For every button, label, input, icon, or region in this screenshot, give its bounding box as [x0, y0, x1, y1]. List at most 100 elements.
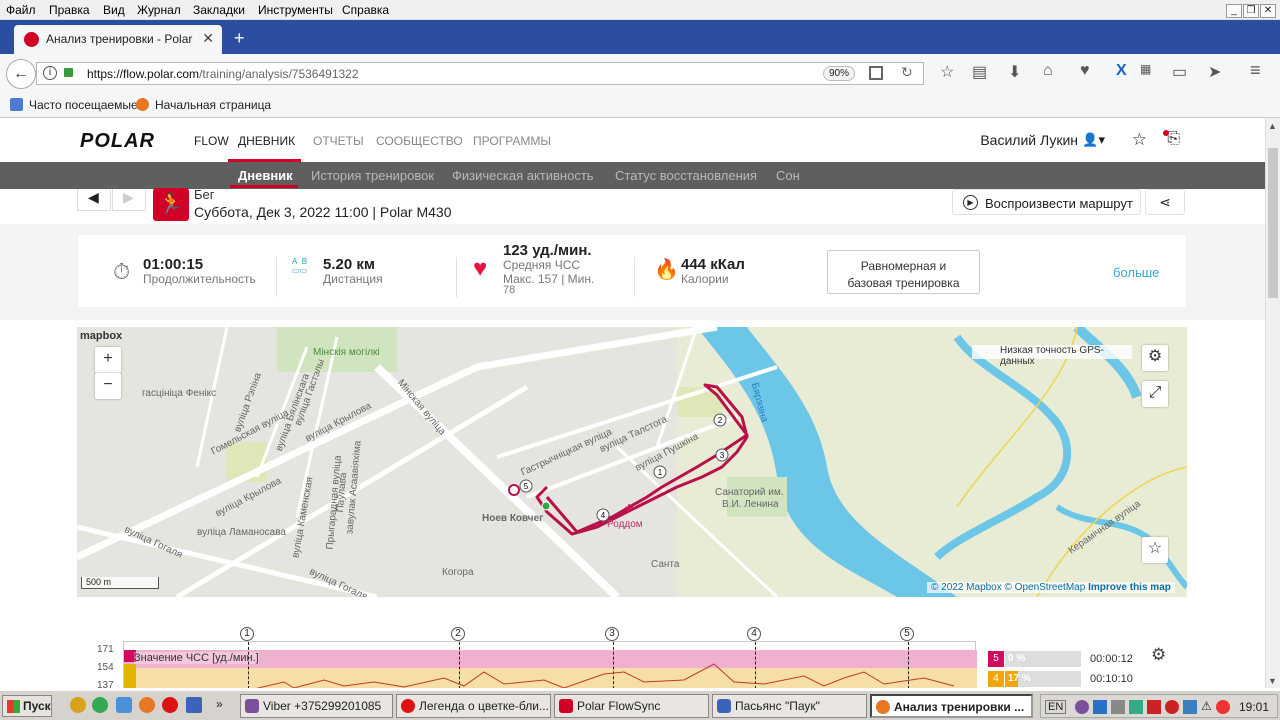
nav-diary[interactable]: ДНЕВНИК [238, 134, 295, 148]
zoom-out-button[interactable]: − [95, 373, 121, 399]
explorer-icon[interactable] [116, 697, 132, 713]
menu-view[interactable]: Вид [103, 3, 125, 17]
zoom-in-button[interactable]: + [95, 347, 121, 373]
mapbox-copyright[interactable]: © 2022 Mapbox [931, 582, 1002, 593]
reader-grid-icon[interactable] [869, 66, 883, 80]
tray-icon[interactable] [1111, 700, 1125, 714]
back-button[interactable]: ← [6, 59, 36, 89]
share-button[interactable]: ⋖ [1145, 189, 1185, 215]
info-icon[interactable]: i [43, 66, 57, 80]
task-flowsync[interactable]: Polar FlowSync [554, 694, 709, 718]
chrome-icon[interactable] [92, 697, 108, 713]
nav-reports[interactable]: ОТЧЕТЫ [313, 134, 364, 148]
lap-marker[interactable]: 3 [605, 627, 619, 641]
user-icon[interactable]: 👤▾ [1082, 132, 1105, 148]
pocket-icon[interactable]: ♥ [1080, 62, 1090, 80]
tray-icon[interactable] [1147, 700, 1161, 714]
subnav-history[interactable]: История тренировок [311, 168, 434, 183]
url-bar[interactable]: i https://flow.polar.com/training/analys… [36, 62, 924, 85]
send-icon[interactable]: ➤ [1208, 62, 1221, 82]
notifications-icon[interactable]: ⎘ [1167, 130, 1180, 148]
nav-programs[interactable]: ПРОГРАММЫ [473, 134, 551, 148]
next-session-button[interactable]: ▶ [112, 189, 146, 211]
menu-history[interactable]: Журнал [137, 3, 181, 17]
task-firefox-active[interactable]: Анализ тренировки ... [870, 694, 1033, 718]
menu-tools[interactable]: Инструменты [258, 3, 333, 17]
scroll-up-icon[interactable]: ▲ [1268, 121, 1277, 131]
start-button[interactable]: Пуск [2, 695, 52, 717]
minimize-icon[interactable]: _ [1226, 4, 1242, 18]
more-link[interactable]: больше [1113, 265, 1159, 280]
viber-tray-icon[interactable] [1075, 700, 1089, 714]
hr-plot-area[interactable]: Значение ЧСС [уд./мин.] [123, 641, 977, 688]
task-spider[interactable]: Пасьянс "Паук" [712, 694, 867, 718]
osm-copyright[interactable]: © OpenStreetMap [1005, 582, 1086, 593]
favorites-star-icon[interactable]: ☆ [1132, 130, 1147, 150]
task-opera[interactable]: Легенда о цветке-бли... [396, 694, 551, 718]
bookmark-most-visited[interactable]: Часто посещаемые [29, 98, 138, 112]
tray-icon[interactable] [1093, 700, 1107, 714]
flag-us-icon[interactable]: ▦ [1140, 62, 1151, 76]
tray-icon[interactable] [1165, 700, 1179, 714]
subnav-activity[interactable]: Физическая активность [452, 168, 594, 183]
opera-icon[interactable] [162, 697, 178, 713]
lap-marker[interactable]: 5 [900, 627, 914, 641]
warning-tray-icon[interactable]: ⚠ [1201, 699, 1212, 713]
menu-bookmarks[interactable]: Закладки [193, 3, 245, 17]
prev-session-button[interactable]: ◀ [77, 189, 111, 211]
lap-marker[interactable]: 1 [240, 627, 254, 641]
lap-marker[interactable]: 2 [451, 627, 465, 641]
menu-file[interactable]: Файл [6, 3, 36, 17]
zoom-indicator[interactable]: 90% [823, 66, 856, 81]
menu-help[interactable]: Справка [342, 3, 389, 17]
subnav-diary[interactable]: Дневник [238, 168, 293, 183]
polar-logo[interactable]: POLAR [80, 130, 155, 153]
tray-icon[interactable] [1183, 700, 1197, 714]
reload-icon[interactable]: ↻ [901, 64, 913, 81]
user-name[interactable]: Василий Лукин [980, 132, 1078, 148]
scroll-thumb[interactable] [1268, 148, 1278, 298]
navigation-toolbar: ← i https://flow.polar.com/training/anal… [0, 54, 1280, 92]
bookmark-star-icon[interactable]: ☆ [940, 62, 954, 82]
nav-community[interactable]: СООБЩЕСТВО [376, 134, 463, 148]
map-settings-gear-icon[interactable]: ⚙ [1142, 345, 1168, 371]
clock[interactable]: 19:01 [1239, 700, 1269, 714]
screen-icon[interactable]: ▭ [1172, 62, 1187, 82]
quicklaunch-icon[interactable] [70, 697, 86, 713]
task-viber[interactable]: Viber +375299201085 [240, 694, 393, 718]
hamburger-menu-icon[interactable]: ≡ [1250, 60, 1261, 81]
download-icon[interactable]: ⬇ [1008, 62, 1021, 82]
chart-settings-gear-icon[interactable]: ⚙ [1151, 645, 1166, 665]
taskbar-expand-icon[interactable]: » [216, 697, 223, 711]
tray-icon[interactable] [1129, 700, 1143, 714]
language-indicator[interactable]: EN [1045, 700, 1067, 714]
nav-flow[interactable]: FLOW [194, 134, 229, 148]
fullscreen-icon[interactable]: ⤢ [1142, 381, 1168, 407]
maximize-icon[interactable]: ❐ [1243, 4, 1259, 18]
browser-tab-active[interactable]: Анализ тренировки - Polar F... ✕ [14, 25, 222, 54]
page-scrollbar[interactable]: ▲ ▼ [1265, 118, 1280, 688]
library-icon[interactable]: ▤ [972, 62, 987, 82]
firefox-quick-icon[interactable] [139, 697, 155, 713]
subnav-recovery[interactable]: Статус восстановления [615, 168, 757, 183]
hr-chart: 171 154 137 Значение ЧСС [уд./мин.] 1 2 … [77, 627, 1187, 688]
lap-marker[interactable]: 4 [747, 627, 761, 641]
training-type-button[interactable]: Равномерная и базовая тренировка [827, 250, 980, 294]
share-icon: ⋖ [1159, 194, 1171, 210]
extension-x-icon[interactable]: X [1116, 62, 1127, 80]
map-favorite-star-icon[interactable]: ☆ [1142, 537, 1168, 563]
home-icon[interactable]: ⌂ [1043, 62, 1053, 80]
mapbox-logo[interactable]: mapbox [80, 330, 122, 342]
close-tab-icon[interactable]: ✕ [202, 30, 214, 47]
menu-edit[interactable]: Правка [49, 3, 90, 17]
subnav-sleep[interactable]: Сон [776, 168, 800, 183]
route-map[interactable]: 5 2 3 1 4 + mapbox + − Низкая точность G… [77, 327, 1187, 597]
new-tab-icon[interactable]: + [234, 28, 245, 49]
close-window-icon[interactable]: ✕ [1260, 4, 1276, 18]
scroll-down-icon[interactable]: ▼ [1268, 676, 1277, 686]
improve-map-link[interactable]: Improve this map [1088, 582, 1171, 593]
replay-route-button[interactable]: ▶ Воспроизвести маршрут [952, 189, 1141, 215]
bookmark-home[interactable]: Начальная страница [155, 98, 271, 112]
save-icon[interactable] [186, 697, 202, 713]
tray-icon[interactable] [1216, 700, 1230, 714]
